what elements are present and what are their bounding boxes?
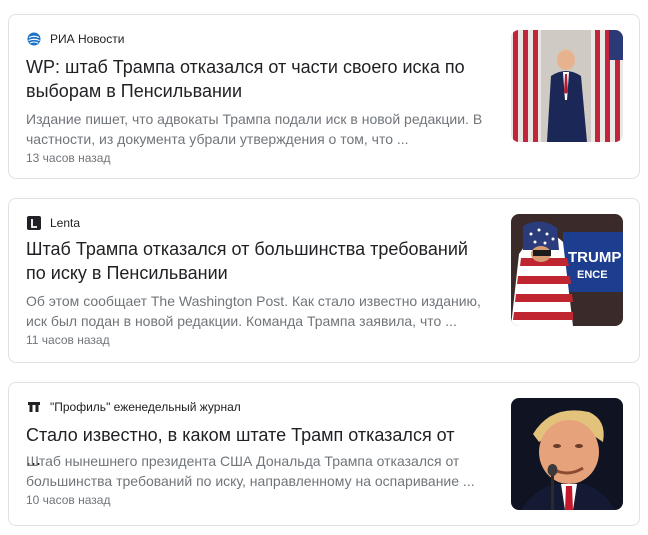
article-snippet: Об этом сообщает The Washington Post. Ка… (26, 293, 481, 329)
news-card[interactable]: Lenta Штаб Трампа отказался от большинст… (8, 198, 640, 363)
news-card[interactable]: "Профиль" еженедельный журнал Стало изве… (8, 382, 640, 526)
article-time: 11 часов назад (26, 333, 110, 347)
article-title[interactable]: WP: штаб Трампа отказался от части своег… (26, 55, 471, 103)
article-snippet: Штаб нынешнего президента США Дональда Т… (26, 453, 475, 489)
news-source[interactable]: РИА Новости (26, 29, 124, 49)
news-source[interactable]: "Профиль" еженедельный журнал (26, 397, 241, 417)
supporter-flag-rally-photo[interactable]: TRUMP ENCE (511, 214, 623, 326)
source-name: "Профиль" еженедельный журнал (50, 400, 241, 414)
profil-p-icon (26, 399, 42, 415)
source-name: Lenta (50, 216, 81, 230)
article-title[interactable]: Штаб Трампа отказался от большинства тре… (26, 237, 471, 285)
source-name: РИА Новости (50, 32, 125, 46)
article-time: 13 часов назад (26, 151, 111, 165)
sign-text: TRUMP (568, 249, 621, 266)
sign-text: ENCE (577, 269, 608, 281)
ria-globe-icon (26, 31, 42, 47)
news-source[interactable]: Lenta (26, 213, 80, 233)
trump-speaking-microphone-photo[interactable] (511, 398, 623, 510)
trump-walking-flags-photo[interactable] (511, 30, 623, 142)
lenta-l-icon (26, 215, 42, 231)
article-snippet: Издание пишет, что адвокаты Трампа подал… (26, 111, 483, 147)
news-card[interactable]: РИА Новости WP: штаб Трампа отказался от… (8, 14, 640, 179)
article-time: 10 часов назад (26, 493, 111, 507)
